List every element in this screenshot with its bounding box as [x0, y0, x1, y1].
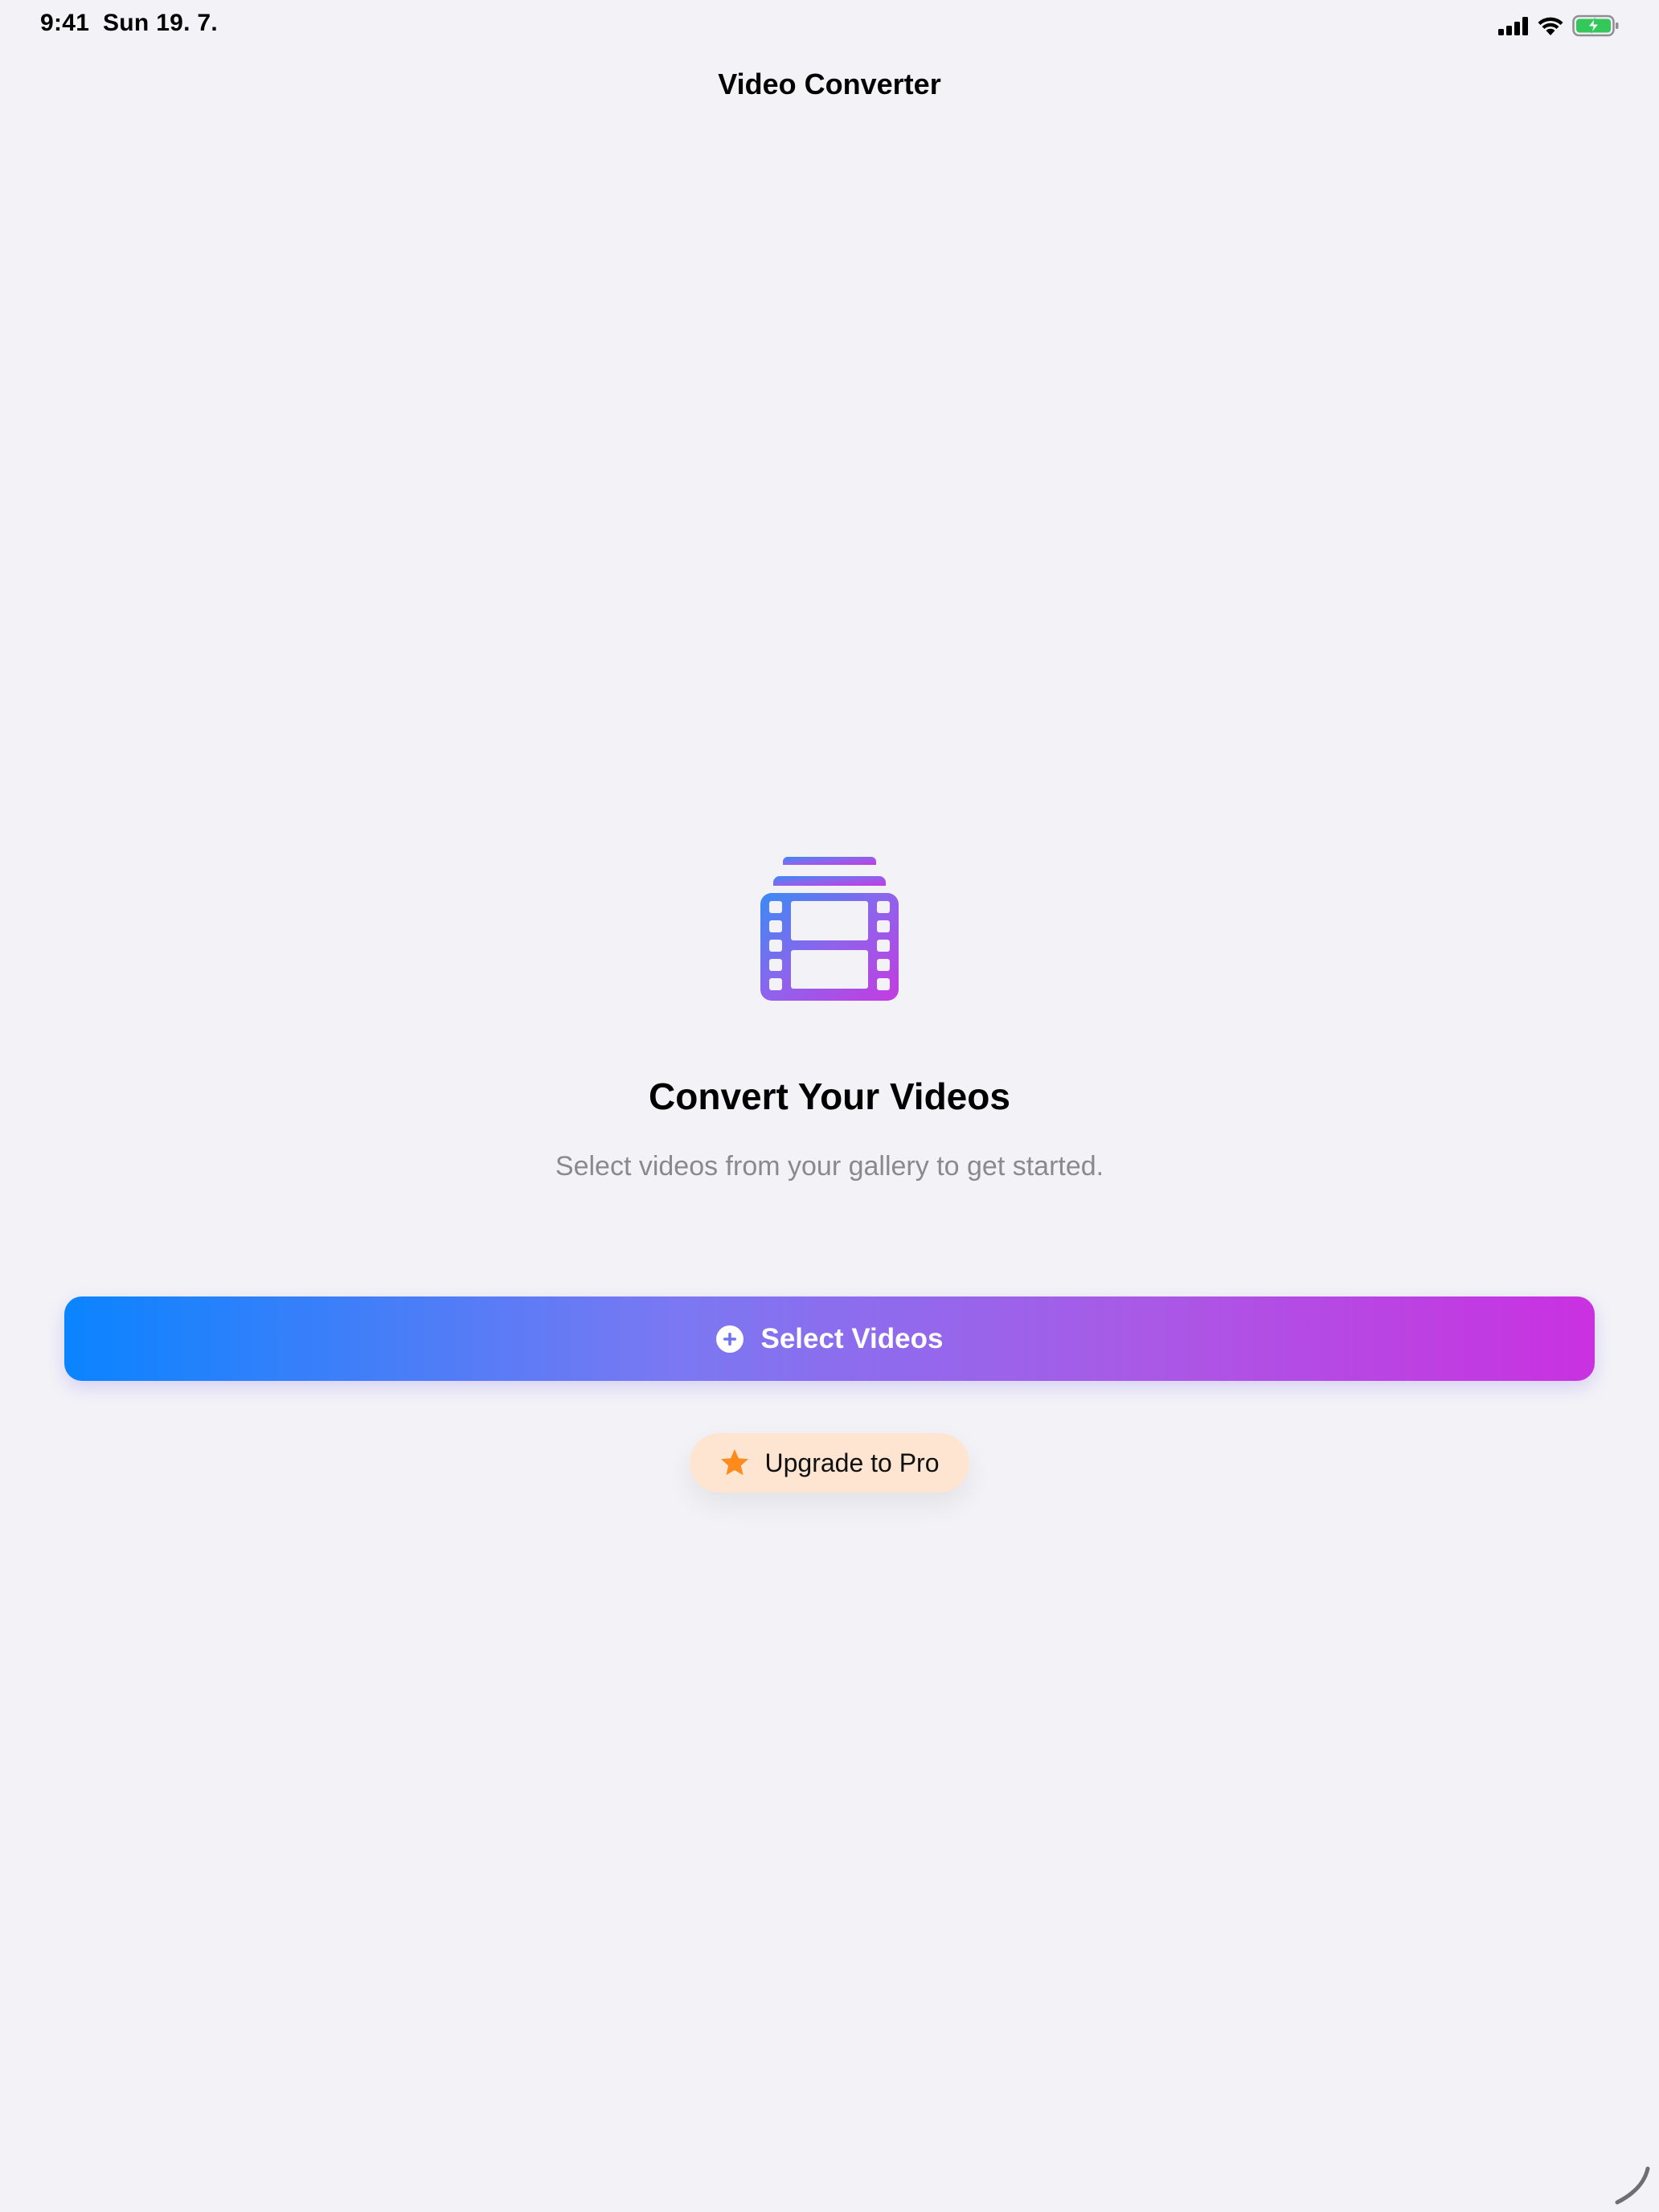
star-icon	[721, 1449, 749, 1476]
film-stack-icon	[760, 857, 899, 1001]
empty-state-title: Convert Your Videos	[649, 1075, 1010, 1117]
screen: 9:41 Sun 19. 7. Video Converter Convert …	[0, 0, 1659, 2212]
empty-state-subtitle: Select videos from your gallery to get s…	[555, 1151, 1104, 1182]
status-icons	[1498, 14, 1619, 37]
status-bar: 9:41 Sun 19. 7.	[0, 0, 1659, 51]
wifi-icon	[1538, 17, 1563, 35]
plus-circle-icon	[715, 1325, 743, 1353]
select-videos-label: Select Videos	[760, 1322, 944, 1354]
upgrade-to-pro-label: Upgrade to Pro	[764, 1448, 940, 1477]
cellular-signal-icon	[1498, 17, 1528, 35]
battery-charging-icon	[1572, 14, 1619, 37]
nav-title: Video Converter	[718, 68, 941, 100]
corner-handle-icon	[1615, 2166, 1650, 2205]
status-date: Sun 19. 7.	[103, 10, 219, 36]
status-time: 9:41	[40, 10, 90, 36]
select-videos-button[interactable]: Select Videos	[64, 1296, 1595, 1381]
upgrade-to-pro-button[interactable]: Upgrade to Pro	[690, 1433, 969, 1493]
